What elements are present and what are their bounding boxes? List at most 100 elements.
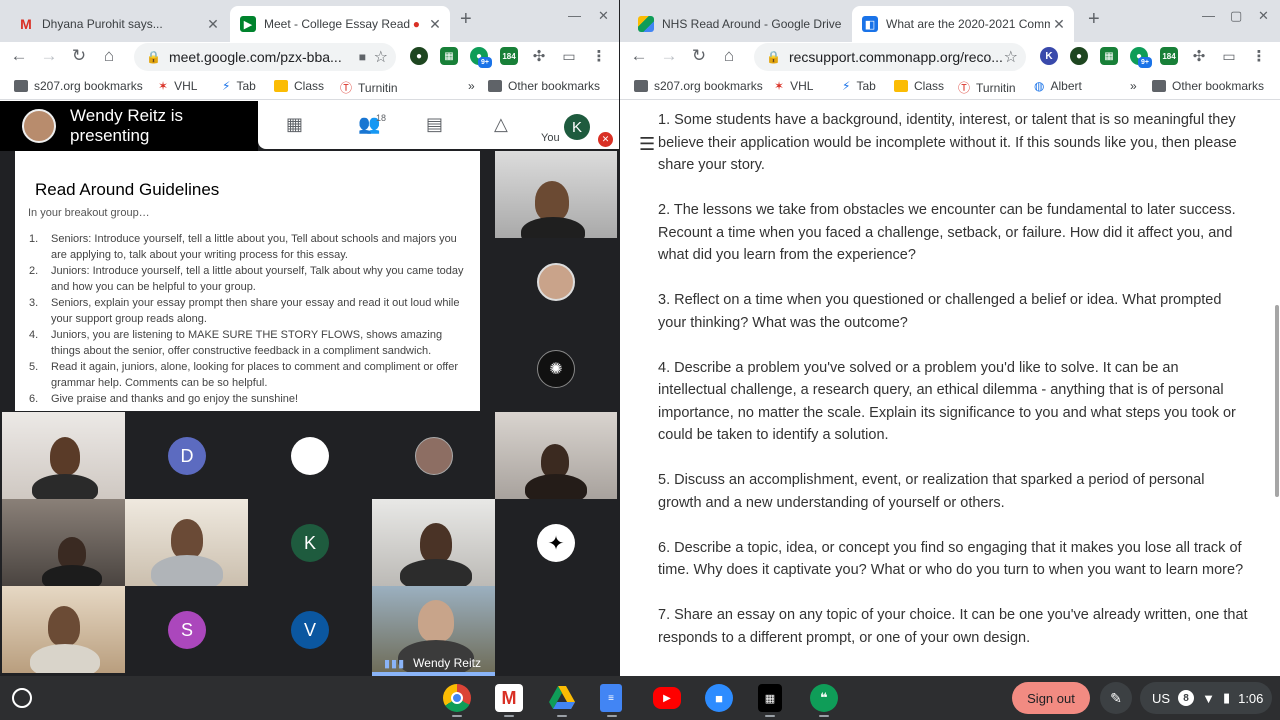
home-icon[interactable]: ⌂ [718, 46, 740, 66]
extension-badge[interactable]: 184 [1160, 47, 1178, 65]
participant-tile[interactable] [125, 499, 248, 586]
gmail-icon: M [20, 16, 32, 32]
minimize-icon[interactable]: — [568, 8, 581, 23]
tab-commonapp[interactable]: ◧ What are the 2020-2021 Comm ✕ [852, 6, 1074, 42]
address-bar[interactable]: 🔒 meet.google.com/pzx-bba... ■ ☆ [134, 43, 396, 71]
forward-icon[interactable]: → [658, 46, 680, 66]
close-tab-icon[interactable]: ✕ [426, 16, 444, 33]
menu-dots-icon[interactable]: ⋮ [1250, 47, 1268, 65]
bookmark-star-icon[interactable]: ☆ [374, 47, 388, 67]
minimize-icon[interactable]: — [1202, 8, 1215, 23]
participant-video [541, 444, 569, 478]
participant-tile[interactable]: D [125, 412, 248, 499]
bookmark-tab[interactable]: ⚡ Tab [222, 79, 256, 93]
participant-tile[interactable] [248, 412, 372, 499]
participant-tile[interactable] [372, 499, 495, 586]
participant-tile[interactable] [495, 151, 617, 238]
slide-title: Read Around Guidelines [35, 180, 220, 199]
bookmark-vhl[interactable]: ✶ VHL [158, 79, 197, 93]
tab-meet[interactable]: ▶ Meet - College Essay Read A ● ✕ [230, 6, 450, 42]
chat-icon[interactable]: ▤ [426, 114, 443, 135]
participant-tile[interactable] [2, 586, 125, 673]
back-icon[interactable]: ← [8, 46, 30, 66]
new-tab-button[interactable]: + [460, 8, 472, 31]
sheets-extension-icon[interactable]: ▦ [1100, 47, 1118, 65]
close-window-icon[interactable]: ✕ [598, 8, 609, 24]
active-speaker-tile[interactable]: ▮▮▮ Wendy Reitz [372, 586, 495, 676]
back-icon[interactable]: ← [628, 46, 650, 66]
participant-tile[interactable]: V [248, 586, 372, 673]
page-scrollbar[interactable] [1275, 305, 1279, 497]
youtube-app-icon[interactable]: ▶ [653, 687, 681, 709]
commonapp-browser-window: NHS Read Around - Google Drive ◧ What ar… [620, 0, 1280, 676]
bookmark-star-icon[interactable]: ☆ [1004, 47, 1018, 67]
bookmark-turnitin[interactable]: Ⓣ Turnitin [340, 79, 398, 96]
gmail-app-icon[interactable]: M [495, 684, 523, 712]
bookmark-s207[interactable]: s207.org bookmarks [14, 79, 143, 93]
participant-tile[interactable] [495, 238, 617, 325]
participant-tile[interactable] [2, 412, 125, 499]
you-avatar[interactable]: K [564, 114, 590, 140]
sign-out-button[interactable]: Sign out [1012, 682, 1090, 714]
participant-tile[interactable] [372, 412, 495, 499]
reload-icon[interactable]: ↻ [68, 46, 90, 66]
bookmark-tab[interactable]: ⚡ Tab [842, 79, 876, 93]
tab-strip: M Dhyana Purohit says... ✕ ▶ Meet - Coll… [0, 0, 619, 42]
k-extension-icon[interactable]: K [1040, 47, 1058, 65]
bookmark-class[interactable]: Class [894, 79, 944, 93]
stylus-icon[interactable]: ✎ [1100, 682, 1132, 714]
extension-badge[interactable]: 184 [500, 47, 518, 65]
chrome-icon[interactable] [443, 684, 471, 712]
participant-tile[interactable] [495, 412, 617, 499]
grid-view-icon[interactable]: ▦ [286, 114, 303, 135]
bookmark-class[interactable]: Class [274, 79, 324, 93]
bookmark-albert[interactable]: ◍ Albert [1034, 79, 1082, 93]
participant-tile[interactable]: ✺ [495, 325, 617, 412]
status-tray[interactable]: US 8 ▼ ▮ 1:06 [1140, 682, 1272, 714]
close-tab-icon[interactable]: ✕ [1050, 16, 1068, 33]
more-bookmarks-icon[interactable]: » [1130, 79, 1137, 93]
puzzle-icon[interactable]: ✣ [530, 47, 548, 65]
extension-icon[interactable]: ● [1070, 47, 1088, 65]
puzzle-icon[interactable]: ✣ [1190, 47, 1208, 65]
menu-dots-icon[interactable]: ⋮ [590, 47, 608, 65]
camera-icon[interactable]: ■ [359, 50, 366, 64]
home-icon[interactable]: ⌂ [98, 46, 120, 66]
list-item: 5. Read it again, juniors, alone, looking… [29, 361, 459, 389]
close-window-icon[interactable]: ✕ [1258, 8, 1269, 24]
sheets-extension-icon[interactable]: ▦ [440, 47, 458, 65]
calculator-app-icon[interactable]: ▦ [758, 684, 782, 712]
hangouts-app-icon[interactable]: ❝ [810, 684, 838, 712]
participant-tile[interactable] [2, 499, 125, 586]
forward-icon[interactable]: → [38, 46, 60, 66]
participant-tile[interactable]: K [248, 499, 372, 586]
hamburger-menu-icon[interactable]: ☰ [639, 134, 655, 155]
bookmark-other[interactable]: Other bookmarks [488, 79, 600, 93]
maximize-icon[interactable]: ▢ [1230, 8, 1242, 24]
new-tab-button[interactable]: + [1088, 8, 1100, 31]
close-tab-icon[interactable]: ✕ [204, 16, 222, 33]
bookmark-other[interactable]: Other bookmarks [1152, 79, 1264, 93]
extension-icon[interactable]: ● [410, 47, 428, 65]
bookmark-vhl[interactable]: ✶ VHL [774, 79, 813, 93]
drive-app-icon[interactable] [548, 684, 576, 712]
activities-icon[interactable]: △ [494, 114, 508, 135]
cast-icon[interactable]: ▭ [1220, 47, 1238, 65]
launcher-icon[interactable] [12, 688, 32, 708]
tab-drive[interactable]: NHS Read Around - Google Drive [628, 6, 850, 42]
address-bar[interactable]: 🔒 recsupport.commonapp.org/reco... ☆ [754, 43, 1026, 71]
participant-video [418, 600, 454, 642]
tab-gmail[interactable]: M Dhyana Purohit says... ✕ [8, 6, 228, 42]
participant-tile[interactable]: S [125, 586, 248, 673]
bookmark-s207[interactable]: s207.org bookmarks [634, 79, 763, 93]
bookmark-turnitin[interactable]: Ⓣ Turnitin [958, 79, 1016, 96]
more-bookmarks-icon[interactable]: » [468, 79, 475, 93]
participant-video [48, 606, 80, 646]
docs-app-icon[interactable]: ≡ [600, 684, 622, 712]
classroom-icon [274, 80, 288, 92]
zoom-app-icon[interactable]: ■ [705, 684, 733, 712]
reload-icon[interactable]: ↻ [688, 46, 710, 66]
participant-tile[interactable]: ✦ [495, 499, 617, 586]
prompt-7: 7. Share an essay on any topic of your c… [658, 607, 1248, 646]
cast-icon[interactable]: ▭ [560, 47, 578, 65]
